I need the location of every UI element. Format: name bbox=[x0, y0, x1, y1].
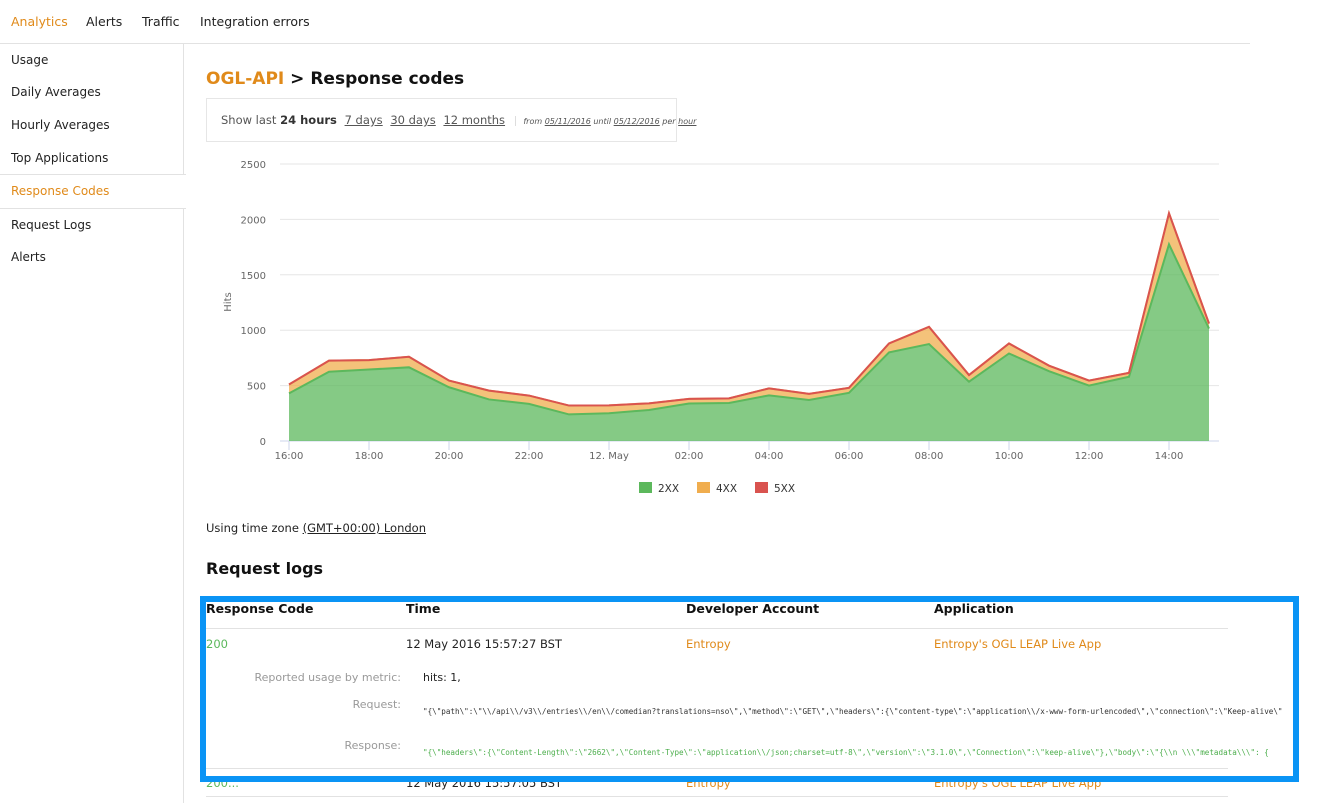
breadcrumb-separator: > bbox=[284, 69, 311, 89]
api-name[interactable]: OGL-API bbox=[206, 69, 284, 89]
chart-areas bbox=[288, 209, 1210, 441]
until-label: until bbox=[593, 117, 612, 126]
sidebar-item-alerts[interactable]: Alerts bbox=[0, 241, 184, 274]
legend-label: 5XX bbox=[774, 483, 795, 495]
top-nav: Analytics Alerts Traffic Integration err… bbox=[0, 0, 1250, 44]
tab-analytics[interactable]: Analytics bbox=[11, 14, 68, 29]
x-tick-label: 10:00 bbox=[995, 451, 1024, 462]
y-tick-label: 1000 bbox=[241, 326, 266, 337]
response-label: Response: bbox=[344, 739, 401, 752]
request-time: 12 May 2016 15:57:27 BST bbox=[406, 637, 562, 651]
request-logs-title: Request logs bbox=[206, 559, 324, 578]
developer-account-link[interactable]: Entropy bbox=[686, 776, 731, 790]
sidebar: Usage Daily Averages Hourly Averages Top… bbox=[0, 44, 186, 803]
x-tick-label: 12. May bbox=[589, 451, 629, 462]
sidebar-item-hourly-averages[interactable]: Hourly Averages bbox=[0, 109, 184, 142]
y-tick-label: 1500 bbox=[241, 271, 266, 282]
sidebar-item-daily-averages[interactable]: Daily Averages bbox=[0, 76, 184, 109]
usage-label: Reported usage by metric: bbox=[254, 671, 401, 684]
chart-legend: 2XX 4XX 5XX bbox=[639, 482, 795, 495]
request-body: "{\"path\":\"\\/api\\/v3\\/entries\\/en\… bbox=[423, 707, 1283, 716]
timezone-link[interactable]: (GMT+00:00) London bbox=[303, 521, 426, 535]
legend-label: 4XX bbox=[716, 483, 737, 495]
column-header-application: Application bbox=[934, 601, 1014, 616]
legend-item-2xx[interactable]: 2XX bbox=[639, 482, 679, 495]
y-axis-label: Hits bbox=[223, 292, 234, 311]
x-tick-label: 06:00 bbox=[835, 451, 864, 462]
request-time: 12 May 2016 15:57:05 BST bbox=[406, 776, 562, 790]
legend-item-4xx[interactable]: 4XX bbox=[697, 482, 737, 495]
response-code[interactable]: 200... bbox=[206, 776, 239, 790]
column-header-response-code: Response Code bbox=[206, 601, 314, 616]
row-divider bbox=[206, 768, 1228, 769]
range-option-7-days[interactable]: 7 days bbox=[345, 113, 383, 127]
range-detail: from 05/11/2016 until 05/12/2016 per hou… bbox=[523, 117, 696, 126]
tab-traffic[interactable]: Traffic bbox=[142, 14, 180, 29]
x-tick-label: 08:00 bbox=[915, 451, 944, 462]
tab-alerts[interactable]: Alerts bbox=[86, 14, 122, 29]
y-tick-label: 2000 bbox=[241, 215, 266, 226]
sidebar-item-usage[interactable]: Usage bbox=[0, 44, 184, 77]
sidebar-item-response-codes[interactable]: Response Codes bbox=[0, 174, 186, 209]
y-tick-label: 2500 bbox=[241, 160, 266, 171]
legend-swatch bbox=[697, 482, 710, 493]
request-label: Request: bbox=[352, 698, 401, 711]
page-title: OGL-API > Response codes bbox=[206, 69, 464, 89]
x-tick-label: 12:00 bbox=[1075, 451, 1104, 462]
header-divider bbox=[206, 628, 1228, 629]
from-date-link[interactable]: 05/11/2016 bbox=[545, 117, 591, 126]
row-divider bbox=[206, 796, 1228, 797]
response-codes-chart: 16:00 18:00 20:00 22:00 12. May 02:00 04:00 06:… bbox=[223, 160, 1219, 495]
chart-x-axis: 16:00 18:00 20:00 22:00 12. May 02:00 04:00 06:… bbox=[275, 441, 1184, 462]
timezone-prefix: Using time zone bbox=[206, 521, 299, 535]
y-tick-label: 500 bbox=[247, 382, 266, 393]
time-range-selector: Show last 24 hours 7 days 30 days 12 mon… bbox=[206, 98, 696, 142]
range-selected: 24 hours bbox=[280, 113, 337, 127]
chart-y-axis: 0 500 1000 1500 2000 2500 bbox=[241, 160, 266, 448]
range-divider bbox=[514, 115, 516, 126]
application-link[interactable]: Entropy's OGL LEAP Live App bbox=[934, 637, 1101, 651]
sidebar-item-top-applications[interactable]: Top Applications bbox=[0, 142, 184, 175]
x-tick-label: 18:00 bbox=[355, 451, 384, 462]
range-prefix: Show last bbox=[221, 113, 277, 127]
per-label: per bbox=[662, 117, 676, 126]
column-header-time: Time bbox=[406, 601, 441, 616]
x-tick-label: 02:00 bbox=[675, 451, 704, 462]
x-tick-label: 14:00 bbox=[1155, 451, 1184, 462]
timezone-info: Using time zone (GMT+00:00) London bbox=[206, 521, 426, 535]
from-label: from bbox=[523, 117, 543, 126]
usage-value: hits: 1, bbox=[423, 671, 461, 684]
legend-swatch bbox=[755, 482, 768, 493]
sidebar-item-request-logs[interactable]: Request Logs bbox=[0, 209, 184, 242]
until-date-link[interactable]: 05/12/2016 bbox=[614, 117, 660, 126]
x-tick-label: 22:00 bbox=[515, 451, 544, 462]
column-header-developer-account: Developer Account bbox=[686, 601, 820, 616]
x-tick-label: 16:00 bbox=[275, 451, 304, 462]
area-2xx[interactable] bbox=[289, 244, 1209, 441]
legend-swatch bbox=[639, 482, 652, 493]
legend-label: 2XX bbox=[658, 483, 679, 495]
y-tick-label: 0 bbox=[260, 437, 266, 448]
legend-item-5xx[interactable]: 5XX bbox=[755, 482, 795, 495]
tab-integration-errors[interactable]: Integration errors bbox=[200, 14, 310, 29]
page-heading: Response codes bbox=[310, 69, 465, 89]
response-code[interactable]: 200 bbox=[206, 637, 228, 651]
developer-account-link[interactable]: Entropy bbox=[686, 637, 731, 651]
range-option-12-months[interactable]: 12 months bbox=[443, 113, 505, 127]
range-option-30-days[interactable]: 30 days bbox=[390, 113, 435, 127]
x-tick-label: 20:00 bbox=[435, 451, 464, 462]
response-body: "{\"headers\":{\"Content-Length\":\"2662… bbox=[423, 748, 1269, 757]
application-link[interactable]: Entropy's OGL LEAP Live App bbox=[934, 776, 1101, 790]
x-tick-label: 04:00 bbox=[755, 451, 784, 462]
granularity-link[interactable]: hour bbox=[678, 117, 696, 126]
